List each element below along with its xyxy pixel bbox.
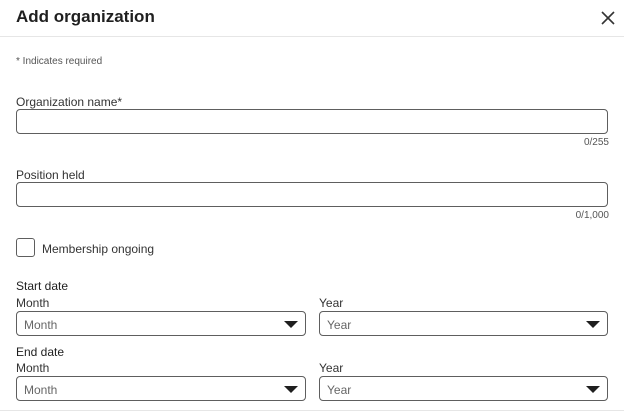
organization-name-label: Organization name* (16, 95, 123, 109)
chevron-down-icon (284, 386, 298, 393)
organization-name-input[interactable] (16, 109, 608, 134)
start-month-label: Month (16, 296, 50, 310)
chevron-down-icon (284, 321, 298, 328)
close-button[interactable] (598, 8, 618, 28)
end-date-heading: End date (16, 345, 65, 359)
membership-ongoing-label: Membership ongoing (42, 242, 155, 256)
footer-divider (0, 410, 624, 411)
position-held-label: Position held (16, 168, 85, 182)
start-date-heading: Start date (16, 279, 69, 293)
position-held-input[interactable] (16, 182, 608, 207)
end-month-label: Month (16, 361, 50, 375)
end-year-select[interactable]: Year (319, 376, 608, 401)
end-year-label: Year (319, 361, 344, 375)
membership-ongoing-checkbox[interactable] (16, 238, 35, 257)
close-icon (601, 11, 615, 25)
organization-name-counter: 0/255 (583, 137, 609, 148)
chevron-down-icon (586, 321, 600, 328)
dialog-header: Add organization (0, 0, 624, 37)
start-month-value: Month (24, 318, 58, 332)
position-held-counter: 0/1,000 (575, 210, 609, 221)
required-note: * Indicates required (16, 56, 103, 67)
start-year-value: Year (327, 318, 352, 332)
dialog-title: Add organization (16, 7, 155, 26)
end-month-value: Month (24, 383, 58, 397)
start-month-select[interactable]: Month (16, 311, 306, 336)
start-year-label: Year (319, 296, 344, 310)
end-year-value: Year (327, 383, 352, 397)
end-month-select[interactable]: Month (16, 376, 306, 401)
chevron-down-icon (586, 386, 600, 393)
start-year-select[interactable]: Year (319, 311, 608, 336)
